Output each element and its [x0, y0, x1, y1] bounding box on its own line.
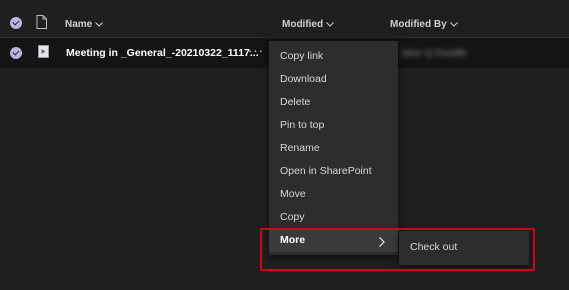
menu-item-label: Rename [280, 142, 320, 154]
column-header-modified-label: Modified [282, 19, 324, 30]
file-name-link[interactable]: Meeting in _General_-20210322_1117... [66, 47, 259, 59]
menu-item-rename[interactable]: Rename [269, 137, 398, 160]
file-list-header: Name Modified Modified By [0, 0, 569, 38]
document-icon [38, 45, 49, 63]
menu-item-download[interactable]: Download [269, 68, 398, 91]
column-header-modified[interactable]: Modified [282, 19, 334, 30]
menu-item-pin-to-top[interactable]: Pin to top [269, 114, 398, 137]
column-header-name-label: Name [65, 19, 93, 30]
row-select-checkbox[interactable] [10, 47, 22, 59]
check-circle-icon [10, 17, 22, 29]
chevron-down-icon [95, 22, 104, 27]
menu-item-label: Delete [280, 96, 311, 108]
menu-item-label: Pin to top [280, 119, 325, 131]
check-circle-icon [10, 47, 22, 59]
file-icon [36, 15, 47, 29]
menu-item-label: Move [280, 188, 306, 200]
chevron-down-icon [449, 22, 458, 27]
annotation-highlight-box [260, 228, 535, 271]
menu-item-label: Copy [280, 211, 305, 223]
menu-item-move[interactable]: Move [269, 183, 398, 206]
select-all-checkbox[interactable] [10, 17, 22, 29]
menu-item-label: Open in SharePoint [280, 165, 372, 177]
column-header-name[interactable]: Name [65, 19, 104, 30]
context-menu: Copy link Download Delete Pin to top Ren… [269, 41, 398, 255]
modified-by-value: Jane Q Doodle [400, 48, 467, 59]
menu-item-open-in-sharepoint[interactable]: Open in SharePoint [269, 160, 398, 183]
file-type-header-icon [36, 15, 47, 34]
more-options-icon[interactable]: ··· [248, 43, 264, 58]
menu-item-label: Download [280, 73, 327, 85]
menu-item-delete[interactable]: Delete [269, 91, 398, 114]
column-header-modified-by[interactable]: Modified By [390, 19, 458, 30]
menu-item-copy-link[interactable]: Copy link [269, 45, 398, 68]
column-header-modified-by-label: Modified By [390, 19, 447, 30]
menu-item-copy[interactable]: Copy [269, 206, 398, 229]
chevron-down-icon [326, 22, 334, 27]
menu-item-label: Copy link [280, 50, 324, 62]
